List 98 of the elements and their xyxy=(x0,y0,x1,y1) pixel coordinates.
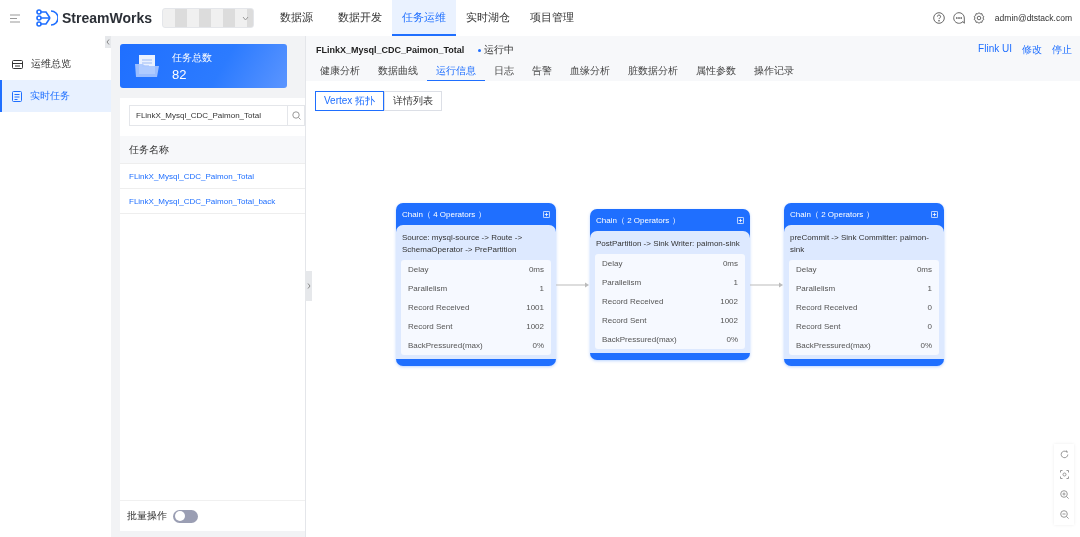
action-link[interactable]: Flink UI xyxy=(978,43,1012,57)
nav-tab[interactable]: 任务运维 xyxy=(392,0,456,36)
detail-tab[interactable]: 运行信息 xyxy=(427,64,485,81)
metric-name: Record Sent xyxy=(796,322,841,331)
operator-list: PostPartition -> Sink Writer: paimon-sink xyxy=(595,238,745,254)
zoom-in-icon[interactable] xyxy=(1059,490,1069,499)
column-header: 任务名称 xyxy=(129,142,169,157)
search-field[interactable]: FLinkX_Mysql_CDC_Paimon_Total xyxy=(129,105,305,126)
metric-name: Record Received xyxy=(796,303,858,312)
metric-value: 0% xyxy=(726,335,738,344)
logo-icon xyxy=(36,9,58,27)
toggle-switch[interactable] xyxy=(173,509,198,523)
sidebar-label: 运维总览 xyxy=(31,57,71,71)
app-name: StreamWorks xyxy=(62,10,152,26)
detail-tab[interactable]: 脏数据分析 xyxy=(619,64,687,81)
metric-name: Parallelism xyxy=(796,284,836,293)
metric-name: BackPressured(max) xyxy=(796,341,871,350)
detail-tab[interactable]: 健康分析 xyxy=(316,64,369,81)
metric-name: Parallelism xyxy=(408,284,448,293)
nav-tab[interactable]: 数据开发 xyxy=(328,0,392,36)
metric-name: BackPressured(max) xyxy=(602,335,677,344)
arrow xyxy=(750,281,784,288)
operator-list: preCommit -> Sink Committer: paimon-sink xyxy=(789,232,939,260)
refresh-icon[interactable] xyxy=(1059,450,1069,459)
metric-name: Record Sent xyxy=(408,322,453,331)
metric-value: 0ms xyxy=(916,265,932,274)
task-link[interactable]: FLinkX_Mysql_CDC_Paimon_Total xyxy=(129,171,254,181)
chain-node[interactable]: Chain（ 2 Operators ） preCommit -> Sink Committer: paimon-sink Delay 0ms Parallelism 1 Record Received 0 Record Sent 0 BackPressured(max) 0% xyxy=(784,203,944,366)
action-link[interactable]: 修改 xyxy=(1022,43,1042,57)
metric-value: 1002 xyxy=(720,297,738,306)
message-icon[interactable] xyxy=(952,12,965,24)
metric-name: Delay xyxy=(602,259,623,268)
search-icon[interactable] xyxy=(291,111,301,120)
status-label: 运行中 xyxy=(484,43,515,57)
metric-value: 1002 xyxy=(526,322,544,331)
chain-title: Chain（ 4 Operators ） xyxy=(402,208,486,220)
detail-tab[interactable]: 血缘分析 xyxy=(561,64,619,81)
task-title: FLinkX_Mysql_CDC_Paimon_Total xyxy=(316,45,465,55)
menu-icon[interactable] xyxy=(10,13,20,23)
document-icon xyxy=(12,90,22,102)
metric-name: Delay xyxy=(408,265,429,274)
metric-name: Delay xyxy=(796,265,817,274)
help-icon[interactable] xyxy=(932,12,945,24)
collapse-handle[interactable] xyxy=(105,36,111,48)
metric-name: Record Received xyxy=(408,303,470,312)
metric-name: Parallelism xyxy=(602,278,642,287)
metric-name: Record Received xyxy=(602,297,664,306)
chevron-left-icon xyxy=(106,39,110,45)
metric-value: 1 xyxy=(927,284,932,293)
detail-tab[interactable]: 属性参数 xyxy=(687,64,745,81)
expand-icon[interactable] xyxy=(931,210,938,218)
metric-value: 1 xyxy=(733,278,738,287)
metric-value: 0% xyxy=(920,341,932,350)
batch-label: 批量操作 xyxy=(127,509,167,523)
action-link[interactable]: 停止 xyxy=(1052,43,1072,57)
chain-title: Chain（ 2 Operators ） xyxy=(790,208,874,220)
stat-value: 82 xyxy=(172,66,188,82)
settings-icon[interactable] xyxy=(972,12,985,24)
nav-tab[interactable]: 数据源 xyxy=(264,0,328,36)
metric-value: 1001 xyxy=(526,303,544,312)
detail-tab[interactable]: 操作记录 xyxy=(745,64,803,81)
expand-icon[interactable] xyxy=(543,210,550,218)
folder-icon xyxy=(134,54,160,78)
task-link[interactable]: FLinkX_Mysql_CDC_Paimon_Total_back xyxy=(129,196,276,206)
dashboard-icon xyxy=(12,59,23,69)
metric-name: Record Sent xyxy=(602,316,647,325)
user-email[interactable]: admin@dtstack.com xyxy=(994,13,1072,23)
expand-icon[interactable] xyxy=(737,216,744,224)
metric-value: 0ms xyxy=(722,259,738,268)
metric-value: 1002 xyxy=(720,316,738,325)
metric-value: 0 xyxy=(927,303,932,312)
sidebar-label: 实时任务 xyxy=(30,89,70,103)
sidebar-item[interactable]: 实时任务 xyxy=(0,80,111,112)
fit-view-icon[interactable] xyxy=(1059,470,1069,479)
arrow xyxy=(556,281,590,288)
chevron-down-icon xyxy=(242,15,249,21)
metric-value: 0 xyxy=(927,322,932,331)
metric-value: 1 xyxy=(539,284,544,293)
chain-node[interactable]: Chain（ 2 Operators ） PostPartition -> Sink Writer: paimon-sink Delay 0ms Parallelism 1 Record Received 1002 Record Sent 1002 BackPressured(max) 0% xyxy=(590,209,750,360)
nav-tab[interactable]: 项目管理 xyxy=(520,0,584,36)
metric-value: 0% xyxy=(532,341,544,350)
view-tab[interactable]: 详情列表 xyxy=(384,91,443,111)
detail-tab[interactable]: 日志 xyxy=(485,64,523,81)
sidebar-item[interactable]: 运维总览 xyxy=(0,48,111,80)
status-dot xyxy=(478,48,482,52)
view-tab[interactable]: Vertex 拓扑 xyxy=(315,91,385,111)
metric-value: 0ms xyxy=(528,265,544,274)
detail-tab[interactable]: 告警 xyxy=(523,64,561,81)
metric-name: BackPressured(max) xyxy=(408,341,483,350)
detail-tab[interactable]: 数据曲线 xyxy=(369,64,427,81)
nav-tab[interactable]: 实时湖仓 xyxy=(456,0,520,36)
stat-label: 任务总数 xyxy=(172,50,212,65)
operator-list: Source: mysql-source -> Route -> SchemaOperator -> PrePartition xyxy=(401,232,551,260)
chain-title: Chain（ 2 Operators ） xyxy=(596,214,680,226)
zoom-out-icon[interactable] xyxy=(1059,510,1069,519)
chain-node[interactable]: Chain（ 4 Operators ） Source: mysql-source -> Route -> SchemaOperator -> PrePartition Delay 0ms Parallelism 1 Record Received 1001 Record Sent 1002 BackPressured(max) 0% xyxy=(396,203,556,366)
chevron-right-icon xyxy=(306,283,311,289)
expand-handle[interactable] xyxy=(305,271,312,301)
